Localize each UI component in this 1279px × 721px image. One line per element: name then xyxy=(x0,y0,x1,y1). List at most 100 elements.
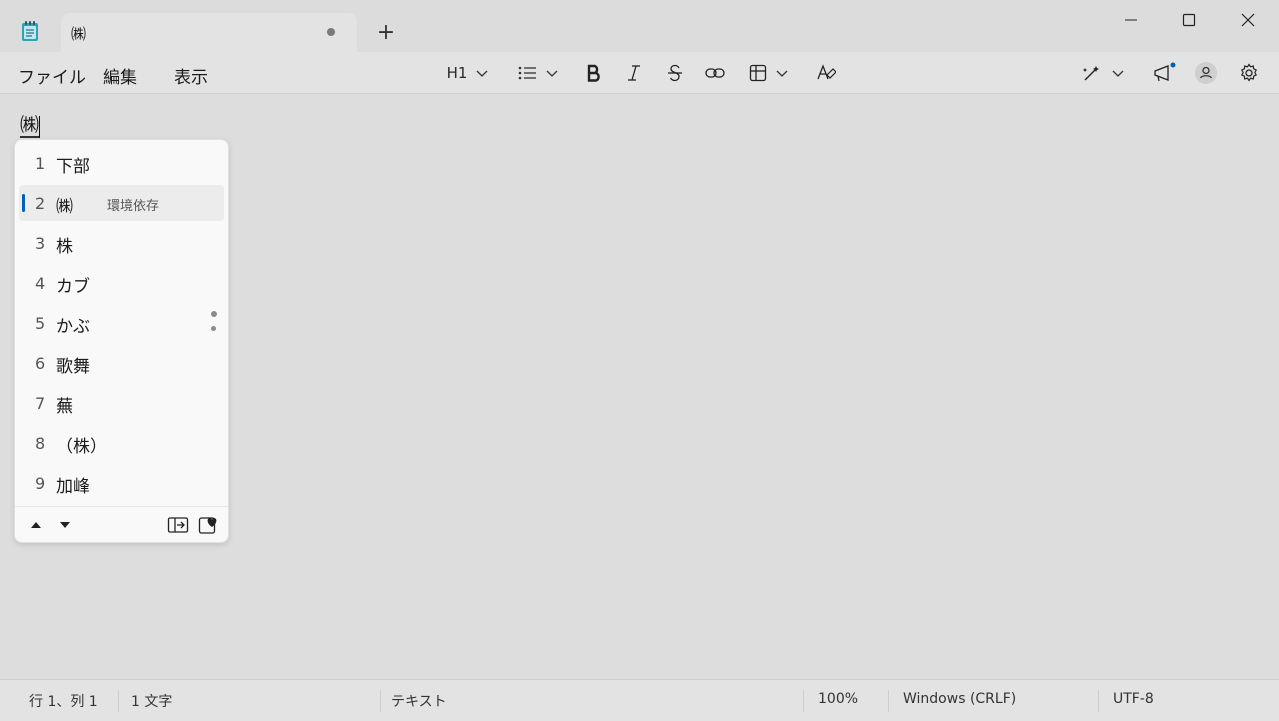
divider xyxy=(888,690,889,712)
table-dropdown[interactable] xyxy=(746,60,792,86)
candidate-text: 下部 xyxy=(56,157,90,177)
candidate-item[interactable]: 3 株 xyxy=(19,225,224,261)
heading-dropdown[interactable]: H1 xyxy=(444,60,492,86)
candidate-item[interactable]: 1 下部 xyxy=(19,145,224,181)
divider xyxy=(1098,690,1099,712)
megaphone-icon xyxy=(1154,62,1176,82)
candidate-text: 加峰 xyxy=(56,477,90,497)
divider xyxy=(803,690,804,712)
clear-formatting-button[interactable] xyxy=(813,60,839,86)
scroll-indicator[interactable] xyxy=(211,311,217,317)
heart-icon xyxy=(198,517,217,534)
strikethrough-button[interactable] xyxy=(663,60,687,86)
chevron-down-icon xyxy=(546,70,558,77)
minimize-icon xyxy=(1125,19,1137,21)
selection-indicator xyxy=(22,194,25,212)
page-up-button[interactable] xyxy=(25,515,47,535)
candidate-number: 7 xyxy=(35,394,46,413)
line-ending[interactable]: Windows (CRLF) xyxy=(903,691,1016,707)
cursor-position[interactable]: 行 1、列 1 xyxy=(29,691,98,711)
unsaved-dot-icon[interactable] xyxy=(327,28,335,36)
candidate-number: 4 xyxy=(35,274,46,293)
expand-table-button[interactable] xyxy=(167,515,189,535)
notepad-app-icon xyxy=(20,20,40,42)
candidate-text: かぶ xyxy=(56,317,90,337)
menu-edit[interactable]: 編集 xyxy=(103,63,137,88)
candidate-text: 株 xyxy=(56,237,73,257)
status-bar: 行 1、列 1 1 文字 テキスト 100% Windows (CRLF) UT… xyxy=(0,679,1279,721)
account-button[interactable] xyxy=(1193,60,1219,86)
document-tab[interactable]: ㈱ xyxy=(61,13,357,53)
candidate-number: 6 xyxy=(35,354,46,373)
emoji-panel-button[interactable] xyxy=(197,515,219,535)
menu-file[interactable]: ファイル xyxy=(18,63,86,88)
gear-icon xyxy=(1240,63,1258,82)
italic-icon xyxy=(628,65,640,81)
copilot-rewrite-dropdown[interactable] xyxy=(1080,60,1126,86)
text-caret xyxy=(39,116,40,138)
maximize-icon xyxy=(1182,13,1196,27)
candidate-number: 5 xyxy=(35,314,46,333)
candidate-item[interactable]: 7 蕪 xyxy=(19,385,224,421)
ime-footer xyxy=(15,506,228,543)
plus-icon: + xyxy=(376,20,396,45)
announcements-button[interactable] xyxy=(1150,60,1178,86)
close-icon xyxy=(1241,13,1255,27)
clear-formatting-icon xyxy=(817,64,836,80)
settings-button[interactable] xyxy=(1236,60,1262,86)
scroll-indicator[interactable] xyxy=(211,326,216,331)
tab-title: ㈱ xyxy=(71,25,87,43)
candidate-text: 歌舞 xyxy=(56,357,90,377)
character-count: 1 文字 xyxy=(131,694,173,710)
candidate-item-selected[interactable]: 2 ㈱ 環境依存 xyxy=(19,185,224,221)
candidate-text: 蕪 xyxy=(56,397,73,417)
maximize-button[interactable] xyxy=(1166,8,1212,32)
composition-text: ㈱ xyxy=(20,114,41,138)
bold-icon xyxy=(587,64,600,82)
text-mode[interactable]: テキスト xyxy=(391,691,447,711)
bold-button[interactable] xyxy=(582,60,606,86)
avatar-icon xyxy=(1195,62,1217,84)
bulleted-list-icon xyxy=(518,66,536,80)
chevron-down-icon xyxy=(476,70,488,77)
ai-rewrite-icon xyxy=(1083,66,1099,81)
minimize-button[interactable] xyxy=(1108,8,1154,32)
candidate-item[interactable]: 5 かぶ xyxy=(19,305,224,341)
triangle-down-icon xyxy=(60,522,70,528)
encoding[interactable]: UTF-8 xyxy=(1113,691,1154,707)
candidate-text: （株） xyxy=(56,437,107,457)
menu-bar: ファイル 編集 表示 H1 xyxy=(0,52,1279,94)
new-tab-button[interactable]: + xyxy=(374,22,398,46)
chevron-down-icon xyxy=(1112,70,1124,77)
list-dropdown[interactable] xyxy=(515,60,561,86)
candidate-note: 環境依存 xyxy=(107,199,160,214)
candidate-number: 2 xyxy=(35,194,46,213)
menu-view[interactable]: 表示 xyxy=(174,63,208,88)
page-down-button[interactable] xyxy=(54,515,76,535)
divider xyxy=(380,690,381,712)
candidate-number: 1 xyxy=(35,154,46,173)
chevron-down-icon xyxy=(776,70,788,77)
candidate-number: 8 xyxy=(35,434,46,453)
candidate-number: 9 xyxy=(35,474,46,493)
heading-label: H1 xyxy=(446,64,468,82)
link-button[interactable] xyxy=(702,60,728,86)
candidate-text: ㈱ xyxy=(56,197,73,217)
italic-button[interactable] xyxy=(622,60,646,86)
candidate-text: カブ xyxy=(56,277,90,297)
candidate-item[interactable]: 8 （株） xyxy=(19,425,224,461)
candidate-item[interactable]: 4 カブ xyxy=(19,265,224,301)
triangle-up-icon xyxy=(31,522,41,528)
candidate-item[interactable]: 6 歌舞 xyxy=(19,345,224,381)
candidate-number: 3 xyxy=(35,234,46,253)
ime-candidate-window: 1 下部 2 ㈱ 環境依存 3 株 4 カブ 5 かぶ 6 歌舞 7 蕪 8 （… xyxy=(14,139,229,543)
strikethrough-icon xyxy=(668,64,682,82)
link-icon xyxy=(705,68,725,78)
expand-icon xyxy=(167,517,189,533)
table-icon xyxy=(749,64,767,82)
divider xyxy=(118,690,119,712)
title-bar: ㈱ + xyxy=(0,0,1279,53)
close-button[interactable] xyxy=(1225,8,1271,32)
candidate-item[interactable]: 9 加峰 xyxy=(19,465,224,501)
zoom-level[interactable]: 100% xyxy=(818,691,858,707)
